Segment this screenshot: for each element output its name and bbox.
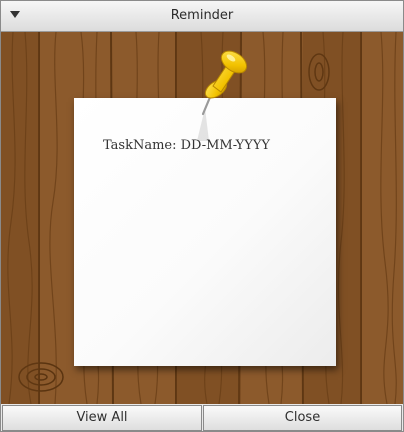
title-bar: Reminder [1, 1, 403, 32]
window-title: Reminder [170, 8, 234, 23]
close-button[interactable]: Close [203, 405, 402, 431]
button-bar: View All Close [1, 405, 403, 432]
pushpin-icon [197, 50, 248, 141]
view-all-button[interactable]: View All [2, 405, 202, 431]
reminder-window: Reminder TaskName: DD-MM-YYYY View All C… [0, 0, 404, 432]
